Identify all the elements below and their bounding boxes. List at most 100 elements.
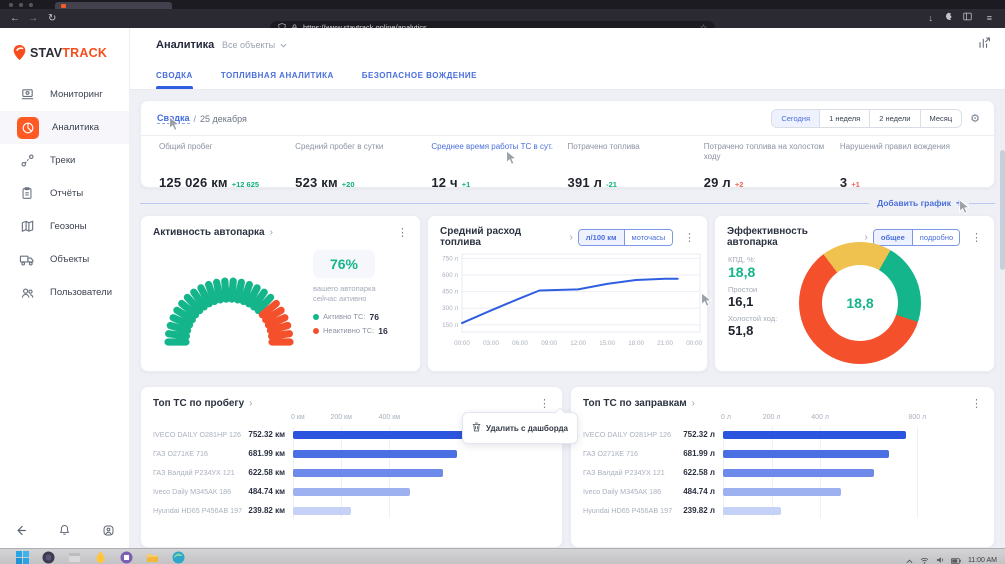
add-widget-icon[interactable] bbox=[978, 36, 991, 54]
taskbar-files-icon[interactable] bbox=[68, 551, 81, 564]
toggle-button[interactable]: общее bbox=[874, 230, 913, 245]
back-icon[interactable]: ← bbox=[10, 11, 20, 26]
chevron-right-icon[interactable]: › bbox=[569, 232, 572, 243]
period-button[interactable]: Месяц bbox=[921, 110, 962, 127]
legend-label: Активно ТС: bbox=[323, 312, 365, 321]
bar-fill[interactable] bbox=[293, 507, 351, 515]
stat-delta: +12 625 bbox=[232, 180, 259, 189]
tab-1[interactable]: ТОПЛИВНАЯ АНАЛИТИКА bbox=[221, 71, 334, 89]
window-control-icon[interactable] bbox=[29, 3, 33, 7]
axis-tick-label: 200 л bbox=[763, 414, 781, 421]
kebab-menu-icon[interactable]: ⋮ bbox=[397, 226, 408, 239]
taskbar-folder-icon[interactable] bbox=[146, 551, 159, 564]
kebab-menu-icon[interactable]: ⋮ bbox=[539, 397, 550, 410]
sidebar-item-users[interactable]: Пользователи bbox=[0, 276, 129, 309]
bar-fill[interactable] bbox=[723, 488, 841, 496]
bar-fill[interactable] bbox=[293, 431, 474, 439]
taskbar-edge-icon[interactable] bbox=[172, 551, 185, 564]
tray-chevron-up-icon[interactable] bbox=[906, 551, 913, 564]
chevron-right-icon[interactable]: › bbox=[692, 398, 695, 409]
bar-fill[interactable] bbox=[293, 488, 410, 496]
sidebar-item-monitoring[interactable]: Мониторинг bbox=[0, 78, 129, 111]
extension-icon[interactable] bbox=[944, 12, 953, 25]
reload-icon[interactable]: ↻ bbox=[48, 11, 56, 26]
sidebar-item-analytics[interactable]: Аналитика bbox=[0, 111, 129, 144]
stat-label: Общий пробег bbox=[159, 142, 285, 152]
period-button[interactable]: 1 неделя bbox=[820, 110, 870, 127]
bar-value: 681.99 л bbox=[675, 449, 715, 458]
sidebar-item-reports[interactable]: Отчёты bbox=[0, 177, 129, 210]
bar-fill[interactable] bbox=[723, 469, 874, 477]
users-icon bbox=[17, 283, 37, 303]
bar-row: ГАЗ О271КЕ 716681.99 км bbox=[153, 444, 546, 463]
breadcrumb-date: 25 декабря bbox=[200, 114, 247, 124]
stat-label[interactable]: Среднее время работы ТС в сут. bbox=[431, 142, 557, 152]
kebab-menu-icon[interactable]: ⋮ bbox=[971, 397, 982, 410]
efficiency-donut-chart: 18,8 bbox=[799, 242, 921, 364]
trash-icon[interactable] bbox=[472, 419, 481, 437]
objects-icon bbox=[17, 250, 37, 270]
sidebar-item-geozones[interactable]: Геозоны bbox=[0, 210, 129, 243]
taskbar-app-purple-icon[interactable] bbox=[120, 551, 133, 564]
kebab-menu-icon[interactable]: ⋮ bbox=[971, 231, 982, 244]
bar-row: ГАЗ Валдай Р234УХ 121622.58 л bbox=[583, 463, 978, 482]
taskbar-start-icon[interactable] bbox=[16, 551, 29, 564]
taskbar-apps bbox=[16, 551, 185, 564]
volume-icon[interactable] bbox=[936, 551, 944, 564]
context-menu-item[interactable]: Удалить с дашборда bbox=[486, 424, 568, 433]
period-button[interactable]: 2 недели bbox=[870, 110, 920, 127]
menu-icon[interactable]: ≡ bbox=[987, 12, 992, 25]
bar-fill[interactable] bbox=[293, 469, 443, 477]
sidebar-item-label: Отчёты bbox=[50, 188, 83, 199]
wifi-icon[interactable] bbox=[920, 551, 929, 564]
activity-legend: Активно ТС:76Неактивно ТС:16 bbox=[313, 312, 413, 336]
cursor-pointer bbox=[505, 150, 518, 171]
kebab-menu-icon[interactable]: ⋮ bbox=[684, 231, 695, 244]
toggle-button[interactable]: моточасы bbox=[625, 230, 673, 245]
taskbar-browser-icon[interactable] bbox=[42, 551, 55, 564]
vehicle-name: ГАЗ Валдай Р234УХ 121 bbox=[153, 468, 245, 477]
efficiency-stat-value: 16,1 bbox=[728, 294, 777, 309]
browser-toolbar: ← → ↻ https://www.stavtrack.online/analy… bbox=[0, 9, 1005, 28]
battery-icon[interactable] bbox=[951, 551, 961, 564]
add-chart-link[interactable]: Добавить график bbox=[877, 198, 951, 208]
profile-icon[interactable] bbox=[102, 524, 115, 542]
sidebar-item-tracks[interactable]: Треки bbox=[0, 144, 129, 177]
toggle-button[interactable]: подробно bbox=[913, 230, 960, 245]
sidebar-panel-icon[interactable] bbox=[963, 12, 972, 25]
efficiency-stat-label: КПД, %: bbox=[728, 255, 777, 264]
sidebar-item-label: Аналитика bbox=[52, 122, 99, 133]
forward-icon[interactable]: → bbox=[28, 11, 38, 26]
taskbar-app-flame-icon[interactable] bbox=[94, 551, 107, 564]
period-button[interactable]: Сегодня bbox=[772, 110, 820, 127]
bar-fill[interactable] bbox=[723, 431, 906, 439]
scrollbar[interactable] bbox=[1000, 90, 1005, 548]
window-control-icon[interactable] bbox=[19, 3, 23, 7]
sidebar-item-objects[interactable]: Объекты bbox=[0, 243, 129, 276]
bar-fill[interactable] bbox=[723, 507, 781, 515]
bar-track bbox=[723, 469, 978, 477]
collapse-sidebar-icon[interactable] bbox=[14, 524, 27, 542]
window-control-icon[interactable] bbox=[9, 3, 13, 7]
browser-tab[interactable] bbox=[55, 2, 172, 9]
bar-fill[interactable] bbox=[293, 450, 457, 458]
settings-gear-icon[interactable]: ⚙ bbox=[970, 112, 980, 125]
scrollbar-thumb[interactable] bbox=[1000, 150, 1005, 270]
stat-label: Потрачено топлива на холостом ходу bbox=[704, 142, 830, 162]
bar-fill[interactable] bbox=[723, 450, 889, 458]
chevron-right-icon[interactable]: › bbox=[270, 227, 273, 238]
downloads-icon[interactable]: ↓ bbox=[929, 12, 934, 25]
object-filter-dropdown[interactable]: Все объекты bbox=[222, 40, 287, 50]
stat-label: Средний пробег в сутки bbox=[295, 142, 421, 152]
tab-2[interactable]: БЕЗОПАСНОЕ ВОЖДЕНИЕ bbox=[362, 71, 477, 89]
toggle-button[interactable]: л/100 км bbox=[579, 230, 625, 245]
legend-value: 16 bbox=[378, 326, 387, 336]
chevron-right-icon[interactable]: › bbox=[249, 398, 252, 409]
taskbar-clock[interactable]: 11:00 AM bbox=[968, 557, 997, 564]
tab-0[interactable]: СВОДКА bbox=[156, 71, 193, 89]
vehicle-name: Iveco Daily М345АК 186 bbox=[153, 487, 245, 496]
page-header: Аналитика Все объекты СВОДКАТОПЛИВНАЯ АН… bbox=[130, 28, 1005, 90]
fueling-bar-chart: 0 л200 л400 л800 лIVECO DAILY О281НР 126… bbox=[583, 412, 978, 520]
chevron-right-icon[interactable]: › bbox=[865, 232, 868, 243]
notifications-bell-icon[interactable] bbox=[58, 523, 71, 542]
